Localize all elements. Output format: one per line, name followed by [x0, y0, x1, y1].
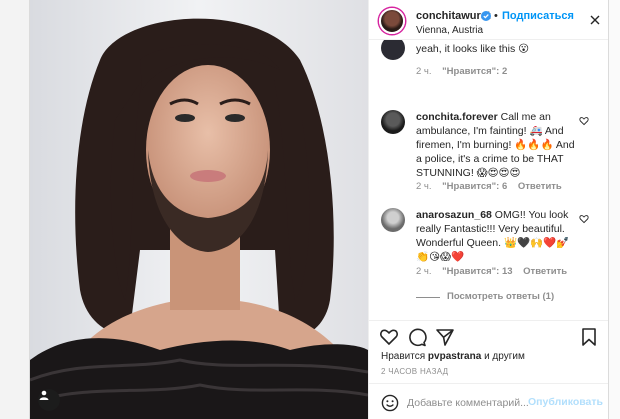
heart-icon[interactable]: [579, 214, 589, 224]
comments-list[interactable]: yeah, it looks like this 😮 2 ч. "Нравитс…: [369, 40, 609, 320]
comment-time[interactable]: 2 ч.: [416, 266, 432, 277]
avatar[interactable]: [381, 40, 405, 60]
comment-time[interactable]: 2 ч.: [416, 66, 432, 77]
heart-icon[interactable]: [579, 116, 589, 126]
emoji-icon[interactable]: [381, 394, 399, 412]
comment-text: yeah, it looks like this 😮: [416, 43, 530, 55]
more-icon[interactable]: [589, 14, 601, 26]
comment-item: conchita.forever Call me an ambulance, I…: [369, 108, 609, 198]
post-actions: Нравится pvpastrana и другим 2 ЧАСОВ НАЗ…: [369, 320, 609, 380]
comment-meta: 2 ч. "Нравится": 6 Ответить: [416, 181, 570, 192]
comment-likes[interactable]: "Нравится": 2: [442, 66, 507, 77]
post-author-username[interactable]: conchitawurst: [416, 10, 491, 22]
comment-icon[interactable]: [407, 327, 427, 347]
page-gutter-left: [0, 0, 30, 419]
publish-button[interactable]: Опубликовать: [528, 396, 603, 408]
comment-input[interactable]: [407, 394, 547, 412]
bookmark-icon[interactable]: [579, 327, 599, 347]
comment-meta: 2 ч. "Нравится": 13 Ответить: [416, 266, 575, 277]
post-header: conchitawurst • Подписаться Vienna, Aust…: [369, 0, 609, 40]
post-timestamp[interactable]: 2 ЧАСОВ НАЗАД: [381, 367, 448, 376]
comment-time[interactable]: 2 ч.: [416, 181, 432, 192]
comment-likes[interactable]: "Нравится": 6: [442, 181, 507, 192]
user-tag-icon[interactable]: [38, 389, 60, 411]
reply-button[interactable]: Ответить: [518, 181, 562, 192]
avatar[interactable]: [379, 8, 405, 34]
likes-user-link[interactable]: pvpastrana: [428, 351, 481, 362]
page-gutter-right: [608, 0, 620, 419]
post-photo-image: [30, 0, 368, 419]
comment-item: anarosazun_68 OMG!! You look really Fant…: [369, 206, 609, 286]
follow-button[interactable]: Подписаться: [502, 10, 574, 22]
share-icon[interactable]: [435, 327, 455, 347]
heart-icon[interactable]: [379, 327, 399, 347]
post-location[interactable]: Vienna, Austria: [416, 25, 483, 36]
post-photo[interactable]: [30, 0, 368, 419]
likes-summary: Нравится pvpastrana и другим: [381, 351, 525, 362]
add-comment-bar: Опубликовать: [369, 383, 609, 419]
view-replies-button[interactable]: Посмотреть ответы (1): [447, 291, 554, 302]
avatar[interactable]: [381, 110, 405, 134]
comment-likes[interactable]: "Нравится": 13: [442, 266, 512, 277]
comment-username[interactable]: anarosazun_68: [416, 209, 492, 221]
view-replies-line: [416, 297, 440, 298]
avatar[interactable]: [381, 208, 405, 232]
comment-meta: 2 ч. "Нравится": 2: [416, 66, 515, 77]
likes-suffix[interactable]: и другим: [484, 351, 525, 362]
reply-button[interactable]: Ответить: [523, 266, 567, 277]
separator-dot: •: [494, 10, 498, 22]
comment-item: yeah, it looks like this 😮 2 ч. "Нравитс…: [369, 40, 609, 86]
comment-username[interactable]: conchita.forever: [416, 111, 498, 123]
post-side-panel: conchitawurst • Подписаться Vienna, Aust…: [368, 0, 609, 419]
comment-text: anarosazun_68 OMG!! You look really Fant…: [416, 208, 578, 264]
comment-text: conchita.forever Call me an ambulance, I…: [416, 110, 578, 180]
verified-icon: [481, 11, 491, 21]
likes-prefix: Нравится: [381, 351, 426, 362]
